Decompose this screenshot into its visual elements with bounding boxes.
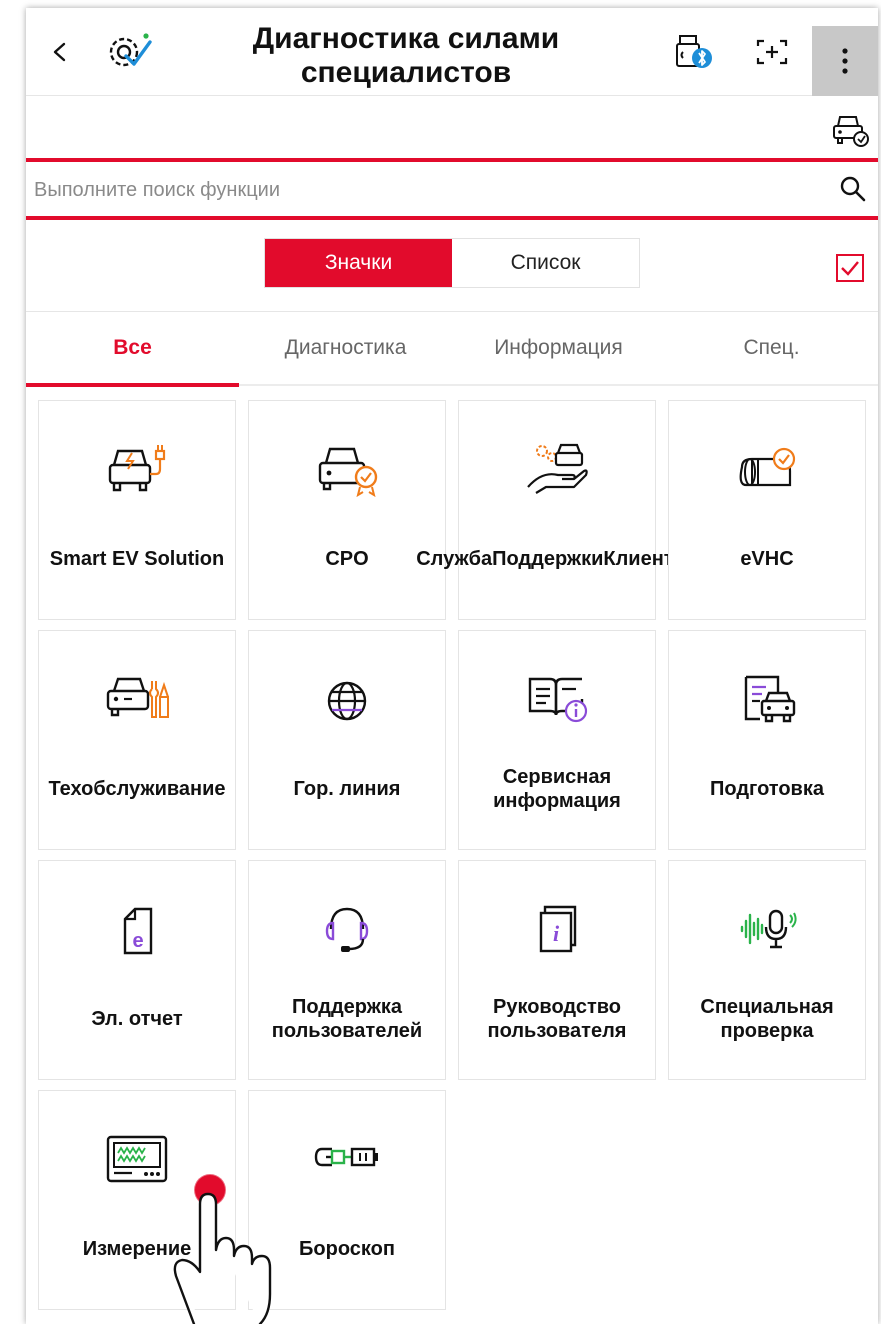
tab-all[interactable]: Все	[26, 312, 239, 387]
tile-smart-ev-solution[interactable]: Smart EV Solution	[38, 400, 236, 620]
view-mode-row: Значки Список	[26, 220, 878, 312]
tile-label: Эл. отчет	[91, 1008, 183, 1030]
tile-label: CPO	[325, 548, 369, 570]
search-icon	[840, 176, 866, 202]
service-info-book-icon	[522, 669, 592, 729]
tile-user-support[interactable]: Поддержка пользователей	[248, 860, 446, 1080]
tile-customer-support-service[interactable]: СлужбаПоддержкиКлиентов	[416, 400, 698, 620]
tile-maintenance[interactable]: Техобслуживание	[38, 630, 236, 850]
tab-information[interactable]: Информация	[452, 312, 665, 384]
tile-cpo[interactable]: CPO	[248, 400, 446, 620]
diagnostic-gear-check-icon	[104, 30, 154, 74]
more-menu-button[interactable]	[812, 26, 878, 96]
car-certified-badge-icon	[312, 439, 382, 499]
borescope-icon	[312, 1129, 382, 1189]
tile-label: Подготовка	[710, 778, 824, 800]
tile-label: Руководство пользователя	[487, 996, 627, 1042]
svg-text:i: i	[553, 921, 560, 946]
tile-evhc[interactable]: eVHC	[668, 400, 866, 620]
vci-bluetooth-icon	[676, 35, 712, 68]
search-bar	[26, 158, 878, 220]
tile-label: Измерение	[82, 1238, 192, 1260]
tile-label: Специальная проверка	[700, 996, 834, 1042]
oscilloscope-icon	[102, 1129, 172, 1189]
customer-care-hand-icon	[522, 439, 592, 499]
tab-diagnostics[interactable]: Диагностика	[239, 312, 452, 384]
document-car-icon	[732, 669, 802, 729]
tile-measurement[interactable]: Измерение	[38, 1090, 236, 1310]
chevron-left-icon	[53, 42, 66, 62]
tile-label: Гор. линия	[293, 778, 401, 800]
user-manual-icon: i	[522, 899, 592, 959]
search-input[interactable]	[34, 172, 814, 208]
vehicle-clock-icon[interactable]	[830, 112, 870, 148]
tile-label: eVHC	[740, 548, 794, 570]
headset-icon	[312, 899, 382, 959]
tile-e-report[interactable]: e Эл. отчет	[38, 860, 236, 1080]
vci-status-button[interactable]	[672, 30, 716, 74]
app-header: Диагностика силами специалистов	[26, 8, 878, 96]
tile-special-check[interactable]: Специальная проверка	[668, 860, 866, 1080]
ev-charging-car-icon	[102, 439, 172, 499]
voice-microphone-icon	[732, 899, 802, 959]
tile-label: Поддержка пользователей	[271, 996, 423, 1042]
more-vertical-icon	[842, 48, 848, 74]
search-button[interactable]	[838, 174, 868, 204]
tile-label: СлужбаПоддержкиКлиентов	[416, 548, 698, 570]
tile-label: Техобслуживание	[48, 778, 226, 800]
back-button[interactable]	[40, 32, 80, 72]
category-tabs: Все Диагностика Информация Спец.	[26, 312, 878, 387]
tile-label: Бороскоп	[299, 1238, 395, 1260]
view-list-button[interactable]: Список	[452, 239, 639, 287]
vehicle-health-check-icon	[732, 439, 802, 499]
page-title: Диагностика силами специалистов	[252, 22, 560, 89]
car-maintenance-tools-icon	[102, 669, 172, 729]
tile-label: Smart EV Solution	[49, 548, 225, 570]
tile-user-manual[interactable]: i Руководство пользователя	[458, 860, 656, 1080]
globe-icon	[312, 669, 382, 729]
checkmark-icon	[841, 261, 859, 276]
svg-text:e: e	[132, 930, 143, 952]
select-checkbox[interactable]	[836, 254, 864, 282]
tile-borescope[interactable]: Бороскоп	[248, 1090, 446, 1310]
screen-capture-button[interactable]	[750, 30, 794, 74]
view-icons-button[interactable]: Значки	[265, 239, 452, 287]
e-report-document-icon: e	[102, 899, 172, 959]
tile-label: Сервисная информация	[493, 766, 621, 812]
screen-capture-icon	[756, 39, 788, 65]
tile-hotline[interactable]: Гор. линия	[248, 630, 446, 850]
tab-special[interactable]: Спец.	[665, 312, 878, 384]
tile-preparation[interactable]: Подготовка	[668, 630, 866, 850]
vehicle-bar	[26, 96, 878, 158]
app-window: Диагностика силами специалистов Выполнит…	[26, 8, 878, 1324]
view-mode-toggle: Значки Список	[264, 238, 640, 288]
tile-service-information[interactable]: Сервисная информация	[458, 630, 656, 850]
